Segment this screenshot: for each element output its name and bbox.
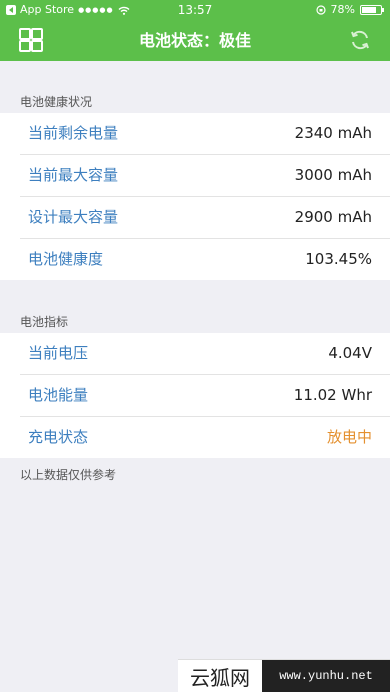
row-label: 充电状态 [28,428,89,446]
disclaimer-note: 以上数据仅供参考 [20,468,117,482]
row-value: 4.04V [328,344,372,362]
row-current-max-capacity[interactable]: 当前最大容量 3000 mAh [20,155,390,197]
row-value: 11.02 Whr [293,386,372,404]
watermark-url: www.yunhu.net [262,660,390,692]
row-charging-status[interactable]: 充电状态 放电中 [20,417,390,458]
row-value: 2900 mAh [294,208,372,226]
row-label: 设计最大容量 [28,208,119,226]
rotation-lock-icon [315,5,326,15]
row-label: 电池健康度 [28,250,104,268]
row-current-remaining-charge[interactable]: 当前剩余电量 2340 mAh [20,113,390,155]
top-bar: App Store ●●●●● 13:57 78% 电池状态：极佳 [0,0,390,61]
row-label: 当前电压 [28,344,89,362]
battery-health-group: 当前剩余电量 2340 mAh 当前最大容量 3000 mAh 设计最大容量 2… [0,113,390,280]
watermark-logo: 云狐网 [190,665,250,690]
row-value: 2340 mAh [294,124,372,142]
status-bar-right: 78% [315,0,384,20]
status-bar: App Store ●●●●● 13:57 78% [0,0,390,20]
row-label: 当前剩余电量 [28,124,119,142]
row-current-voltage[interactable]: 当前电压 4.04V [20,333,390,375]
section-header-battery-metrics: 电池指标 [20,315,69,329]
row-value: 3000 mAh [294,166,372,184]
battery-level-fill [362,7,376,13]
nav-bar: 电池状态：极佳 [0,20,390,61]
battery-icon [360,5,384,15]
battery-metrics-group: 当前电压 4.04V 电池能量 11.02 Whr 充电状态 放电中 [0,333,390,458]
row-battery-health[interactable]: 电池健康度 103.45% [20,239,390,280]
site-watermark: 云狐网 www.yunhu.net [178,659,390,692]
row-battery-energy[interactable]: 电池能量 11.02 Whr [20,375,390,417]
battery-percent: 78% [330,3,355,16]
section-header-battery-health: 电池健康状况 [20,95,93,109]
refresh-icon[interactable] [348,28,372,52]
page-title: 电池状态：极佳 [138,31,251,50]
row-label: 当前最大容量 [28,166,119,184]
row-design-max-capacity[interactable]: 设计最大容量 2900 mAh [20,197,390,239]
charging-status-value: 放电中 [326,428,372,446]
row-label: 电池能量 [28,386,89,404]
row-value: 103.45% [305,250,372,268]
